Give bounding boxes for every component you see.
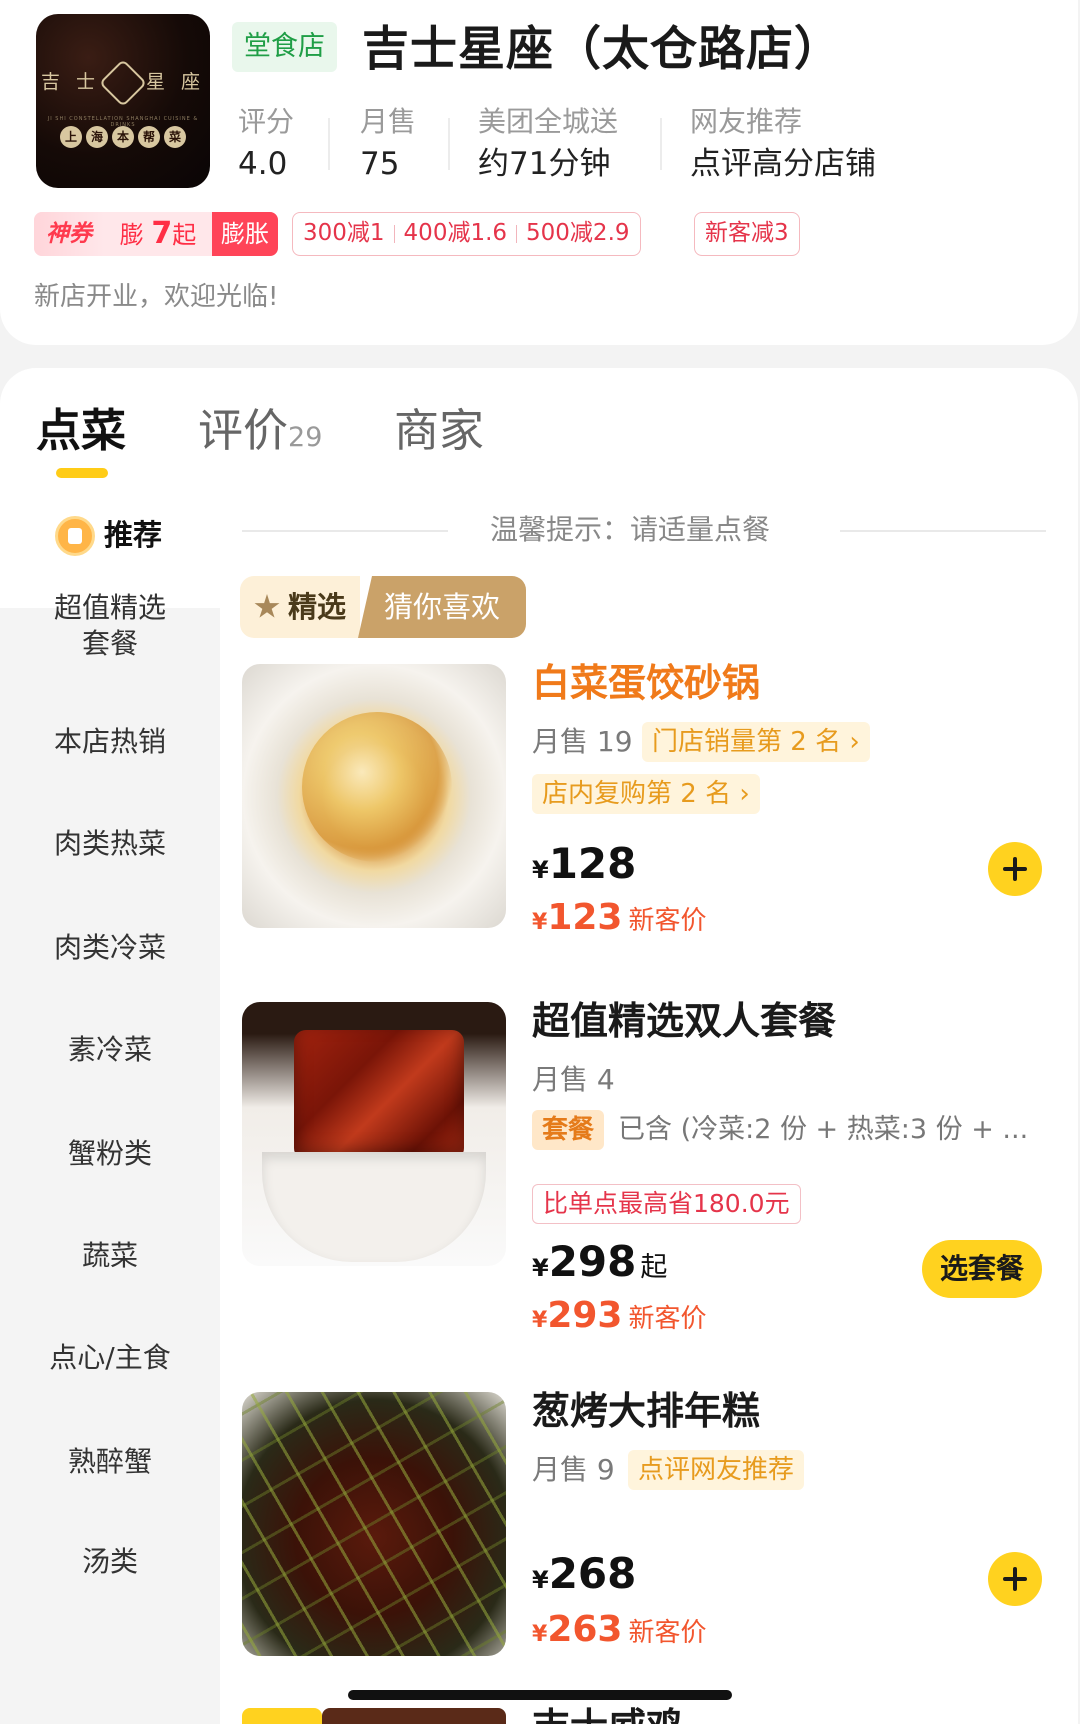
sales-rank-tag[interactable]: 门店销量第 2 名 › [642,722,870,762]
dish-price: ¥128 [532,839,637,888]
featured-label: 精选 [240,576,360,638]
tab-reviews[interactable]: 评价29 [198,402,322,467]
dish-price: ¥298 起 [532,1237,668,1286]
stat-rating[interactable]: 评分 4.0 [238,104,294,188]
sidebar-item-hot-sellers[interactable]: 本店热销 [0,724,220,760]
add-to-cart-button[interactable] [988,842,1042,896]
next-dish-badge [242,1708,322,1724]
sidebar-item-drunk-crab[interactable]: 熟醉蟹 [0,1444,220,1480]
choose-set-button[interactable]: 选套餐 [922,1240,1042,1298]
tab-merchant[interactable]: 商家 [394,402,484,460]
logo-seal: 本 [112,126,134,148]
logo-text-right: 星 座 [146,71,206,93]
discount-tier: 300减1 [303,220,385,246]
sidebar-item-vegetables[interactable]: 蔬菜 [0,1238,220,1274]
full-reduction-tags[interactable]: 300减1 400减1.6 500减2.9 [292,212,641,256]
stat-label: 美团全城送 [478,105,619,138]
stat-value: 75 [360,146,400,182]
logo-seal: 上 [60,126,82,148]
discount-divider [516,224,518,243]
stat-value: 4.0 [238,146,288,182]
savings-tag: 比单点最高省180.0元 [532,1184,801,1224]
guess-you-like-label: 猜你喜欢 [358,576,526,638]
dish-name[interactable]: 葱烤大排年糕 [532,1386,760,1436]
logo-emblem-icon [98,58,148,108]
discount-tier: 400减1.6 [403,220,508,246]
dine-in-tag: 堂食店 [232,22,337,72]
store-logo[interactable]: 吉 士星 座 JI SHI CONSTELLATION SHANGHAI CUI… [36,14,210,188]
dish-monthly-sales: 月售 19 [532,725,633,758]
stat-label: 月售 [360,105,417,138]
new-customer-price: ¥293 新客价 [532,1295,707,1336]
stat-delivery[interactable]: 美团全城送 约71分钟 [478,104,618,188]
tip-divider [840,530,1046,532]
sidebar-item-crab-roe[interactable]: 蟹粉类 [0,1136,220,1172]
menu-panel: 点菜 评价29 商家 推荐 超值精选 套餐 本店热销 肉类热菜 肉类冷菜 素冷菜 … [0,368,1078,1724]
dish-image[interactable] [242,664,506,928]
sidebar-item-meat-hot[interactable]: 肉类热菜 [0,826,220,862]
dish-name-partial[interactable]: 吉士威鸡 [532,1702,684,1724]
dish-name[interactable]: 超值精选双人套餐 [532,996,836,1046]
sidebar-item-veg-cold[interactable]: 素冷菜 [0,1032,220,1068]
tab-active-indicator [56,468,108,478]
discount-tier: 500减2.9 [526,220,630,246]
dish-image[interactable] [242,1002,506,1266]
tab-order[interactable]: 点菜 [36,402,126,460]
add-to-cart-button[interactable] [988,1552,1042,1606]
repurchase-rank-tag[interactable]: 店内复购第 2 名 › [532,774,760,814]
featured-header: 精选 猜你喜欢 [240,576,526,638]
tip-divider [242,530,448,532]
sidebar-item-label: 推荐 [104,518,163,552]
dish-price: ¥268 [532,1549,637,1598]
new-customer-price: ¥263 新客价 [532,1609,707,1650]
tab-reviews-label: 评价 [198,404,289,457]
stat-monthly-sales[interactable]: 月售 75 [360,104,416,188]
next-dish-image[interactable] [322,1708,506,1724]
home-indicator[interactable] [348,1690,732,1700]
coupon-expand-amount: 膨 7起 [119,216,197,251]
dish-image[interactable] [242,1392,506,1656]
logo-text-left: 吉 士 [40,71,100,93]
sidebar-item-dim-sum[interactable]: 点心/主食 [0,1340,220,1376]
sidebar-item-soup[interactable]: 汤类 [0,1544,220,1580]
new-customer-price: ¥123 新客价 [532,897,707,938]
logo-seal: 菜 [164,126,186,148]
store-notice: 新店开业，欢迎光临! [34,282,279,312]
logo-seal: 海 [86,126,108,148]
recommend-icon [55,516,95,556]
star-icon [254,594,280,618]
dish-monthly-sales: 月售 9 [532,1453,615,1486]
stat-label: 网友推荐 [690,105,803,138]
set-meal-tag: 套餐 [532,1110,605,1150]
super-coupon-badge[interactable]: 神券 膨 7起 膨胀 [34,212,278,256]
super-coupon-label: 神券 [34,212,104,256]
stat-divider [328,118,330,170]
new-customer-discount[interactable]: 新客减3 [694,212,800,256]
dish-monthly-sales: 月售 4 [532,1063,615,1096]
stat-divider [660,118,662,170]
stat-label: 评分 [238,105,295,138]
stat-divider [448,118,450,170]
discount-divider [393,224,395,243]
dish-name[interactable]: 白菜蛋饺砂锅 [532,658,760,708]
netizen-recommend-tag[interactable]: 点评网友推荐 [628,1450,805,1490]
sidebar-item-value-set[interactable]: 超值精选 套餐 [0,590,220,662]
stat-value: 点评高分店铺 [690,146,876,182]
set-contents: 已含 (冷菜:2 份 + 热菜:3 份 + ... [618,1114,1029,1145]
stat-value: 约71分钟 [478,146,611,182]
store-header: 吉 士星 座 JI SHI CONSTELLATION SHANGHAI CUI… [0,0,1078,345]
logo-seal: 帮 [138,126,160,148]
stat-recommendation[interactable]: 网友推荐 点评高分店铺 [690,104,876,188]
expand-button[interactable]: 膨胀 [212,212,278,256]
tab-reviews-count: 29 [288,422,323,453]
order-tip: 温馨提示：请适量点餐 [490,513,771,546]
store-name: 吉士星座（太仓路店） [362,22,842,77]
sidebar-item-meat-cold[interactable]: 肉类冷菜 [0,930,220,966]
